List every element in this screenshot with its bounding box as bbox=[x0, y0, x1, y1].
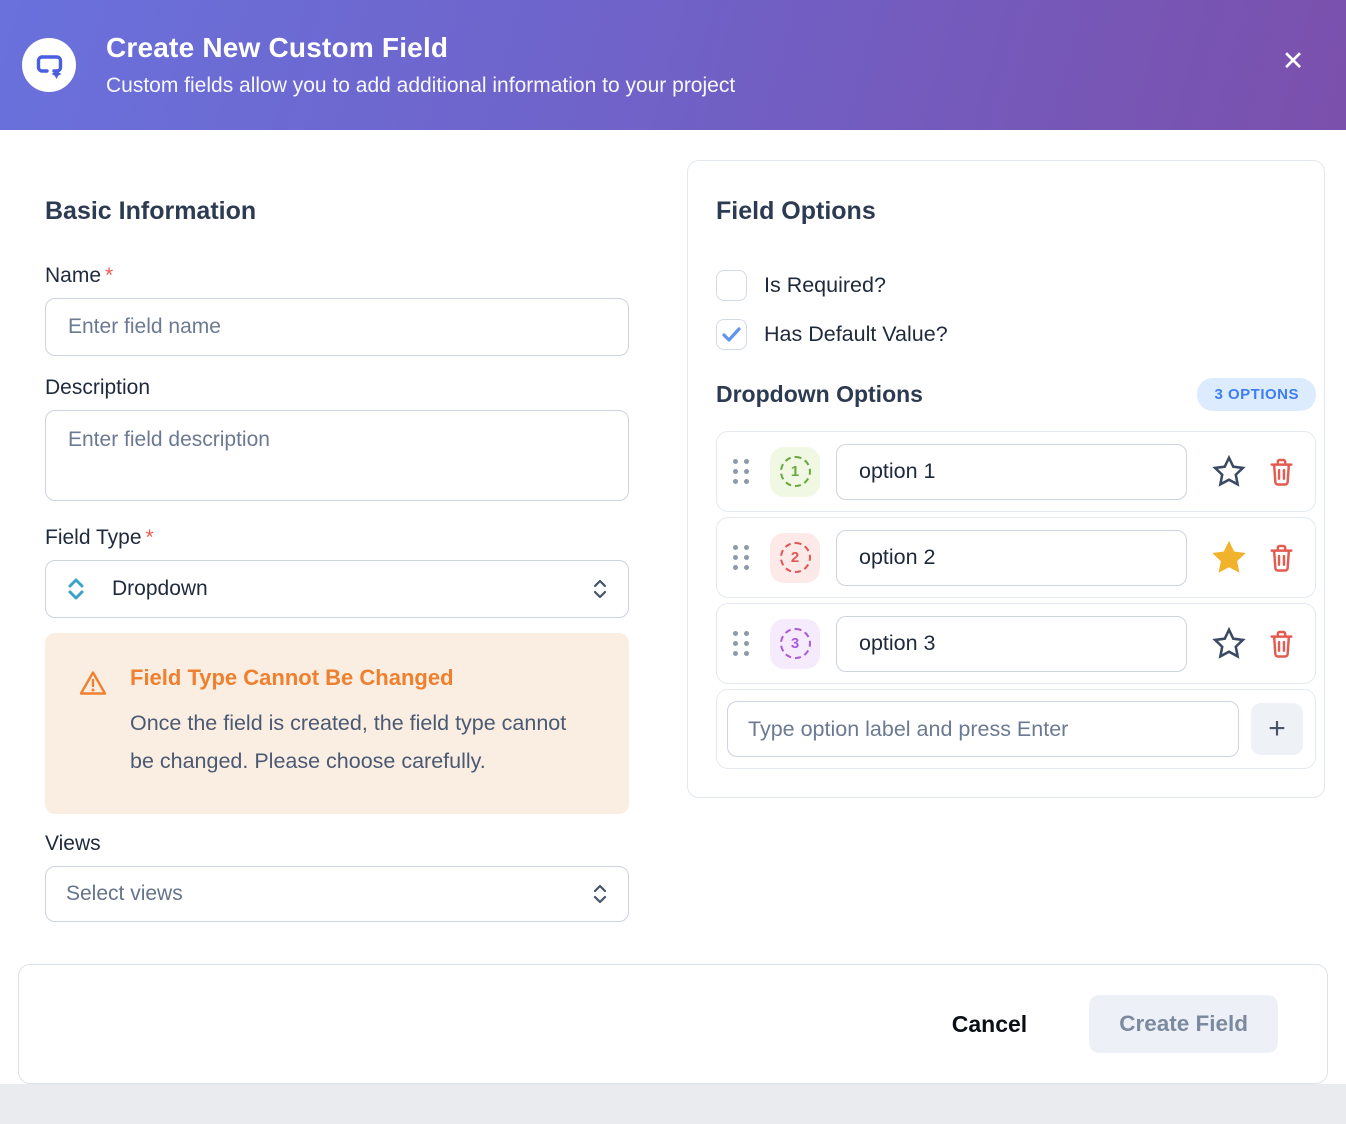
select-chevrons-icon bbox=[592, 882, 608, 906]
option-label-input[interactable] bbox=[836, 616, 1187, 672]
warning-body: Once the field is created, the field typ… bbox=[130, 705, 580, 780]
custom-field-icon bbox=[22, 38, 76, 92]
option-row: 2 bbox=[716, 517, 1316, 598]
option-label-input[interactable] bbox=[836, 444, 1187, 500]
dialog-footer: Cancel Create Field bbox=[18, 964, 1328, 1084]
star-icon[interactable] bbox=[1207, 627, 1251, 660]
is-required-checkbox[interactable] bbox=[716, 270, 747, 301]
create-custom-field-dialog: Create New Custom Field Custom fields al… bbox=[0, 0, 1346, 1104]
star-icon[interactable] bbox=[1207, 455, 1251, 488]
views-label: Views bbox=[45, 832, 629, 856]
option-row: 3 bbox=[716, 603, 1316, 684]
views-select[interactable]: Select views bbox=[45, 866, 629, 922]
warning-title: Field Type Cannot Be Changed bbox=[130, 665, 580, 691]
name-label: Name* bbox=[45, 264, 629, 288]
option-number-badge: 3 bbox=[770, 619, 820, 669]
warning-icon bbox=[78, 665, 108, 780]
description-label: Description bbox=[45, 376, 629, 400]
option-row: 1 bbox=[716, 431, 1316, 512]
add-option-input[interactable] bbox=[727, 701, 1239, 757]
is-required-label: Is Required? bbox=[764, 273, 886, 298]
field-type-select[interactable]: Dropdown bbox=[45, 560, 629, 618]
trash-icon[interactable] bbox=[1261, 457, 1301, 487]
dropdown-type-icon bbox=[66, 576, 86, 602]
create-field-button[interactable]: Create Field bbox=[1089, 995, 1278, 1053]
dialog-body: Basic Information Name* Description Fiel… bbox=[0, 130, 1346, 932]
close-icon[interactable]: ✕ bbox=[1276, 44, 1310, 78]
add-option-row: + bbox=[716, 689, 1316, 769]
has-default-label: Has Default Value? bbox=[764, 322, 948, 347]
has-default-row[interactable]: Has Default Value? bbox=[716, 319, 1316, 350]
cancel-button[interactable]: Cancel bbox=[952, 1011, 1027, 1038]
header-text: Create New Custom Field Custom fields al… bbox=[106, 32, 735, 98]
basic-information-title: Basic Information bbox=[45, 197, 629, 226]
views-placeholder: Select views bbox=[66, 882, 592, 906]
trash-icon[interactable] bbox=[1261, 629, 1301, 659]
warning-text: Field Type Cannot Be Changed Once the fi… bbox=[130, 665, 580, 780]
option-number-badge: 1 bbox=[770, 447, 820, 497]
add-option-button[interactable]: + bbox=[1251, 703, 1303, 755]
is-required-row[interactable]: Is Required? bbox=[716, 270, 1316, 301]
drag-handle-icon[interactable] bbox=[733, 545, 749, 570]
drag-handle-icon[interactable] bbox=[733, 631, 749, 656]
options-count-badge: 3 OPTIONS bbox=[1197, 378, 1316, 411]
trash-icon[interactable] bbox=[1261, 543, 1301, 573]
option-label-input[interactable] bbox=[836, 530, 1187, 586]
basic-information-section: Basic Information Name* Description Fiel… bbox=[45, 160, 629, 932]
option-number-badge: 2 bbox=[770, 533, 820, 583]
required-asterisk: * bbox=[105, 264, 113, 287]
star-icon[interactable] bbox=[1207, 541, 1251, 574]
description-input[interactable] bbox=[45, 410, 629, 501]
dropdown-options-title: Dropdown Options bbox=[716, 381, 923, 408]
field-options-card: Field Options Is Required? Has Default V… bbox=[687, 160, 1325, 798]
has-default-checkbox[interactable] bbox=[716, 319, 747, 350]
field-type-warning: Field Type Cannot Be Changed Once the fi… bbox=[45, 633, 629, 814]
required-asterisk: * bbox=[146, 526, 154, 549]
dialog-title: Create New Custom Field bbox=[106, 32, 735, 64]
page-background-strip bbox=[0, 1084, 1346, 1104]
name-input[interactable] bbox=[45, 298, 629, 356]
field-type-label: Field Type* bbox=[45, 526, 629, 550]
select-chevrons-icon bbox=[592, 577, 608, 601]
plus-icon: + bbox=[1268, 712, 1286, 745]
dialog-header: Create New Custom Field Custom fields al… bbox=[0, 0, 1346, 130]
dialog-subtitle: Custom fields allow you to add additiona… bbox=[106, 74, 735, 98]
field-options-title: Field Options bbox=[716, 197, 1316, 226]
drag-handle-icon[interactable] bbox=[733, 459, 749, 484]
dropdown-options-header: Dropdown Options 3 OPTIONS bbox=[716, 378, 1316, 411]
field-type-value: Dropdown bbox=[112, 577, 592, 601]
